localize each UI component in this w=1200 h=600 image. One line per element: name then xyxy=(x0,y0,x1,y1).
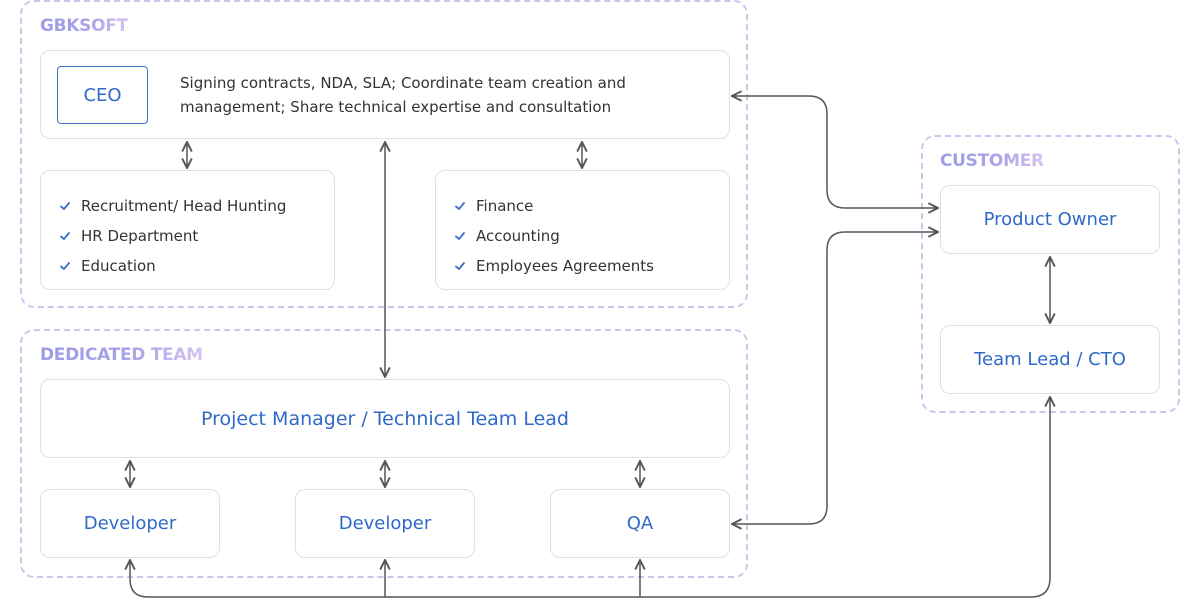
list-item-label: Education xyxy=(81,257,156,275)
check-icon xyxy=(455,202,465,210)
list-item: Employees Agreements xyxy=(454,251,654,281)
dedicated-team-title: DEDICATED TEAM xyxy=(40,345,203,365)
list-item: Education xyxy=(59,251,286,281)
list-item-label: Recruitment/ Head Hunting xyxy=(81,197,287,215)
check-icon xyxy=(60,262,70,270)
arrow-po-ceo xyxy=(732,96,938,208)
ceo-card: CEO Signing contracts, NDA, SLA; Coordin… xyxy=(40,50,730,139)
qa-card: QA xyxy=(550,489,730,558)
gbksoft-title: GBKSOFT xyxy=(40,16,128,36)
finance-checklist: Finance Accounting Employees Agreements xyxy=(454,191,654,281)
arrow-qa-po xyxy=(732,232,938,524)
finance-card: Finance Accounting Employees Agreements xyxy=(435,170,730,290)
list-item: Recruitment/ Head Hunting xyxy=(59,191,286,221)
list-item-label: Employees Agreements xyxy=(476,257,654,275)
ceo-description: Signing contracts, NDA, SLA; Coordinate … xyxy=(180,74,626,116)
check-icon xyxy=(60,202,70,210)
check-icon xyxy=(455,262,465,270)
list-item: Finance xyxy=(454,191,654,221)
developer-card-2: Developer xyxy=(295,489,475,558)
hr-card: Recruitment/ Head Hunting HR Department … xyxy=(40,170,335,290)
ceo-label: CEO xyxy=(57,66,148,124)
team-lead-card: Project Manager / Technical Team Lead xyxy=(40,379,730,458)
product-owner-card: Product Owner xyxy=(940,185,1160,254)
cto-card: Team Lead / CTO xyxy=(940,325,1160,394)
check-icon xyxy=(455,232,465,240)
check-icon xyxy=(60,232,70,240)
list-item-label: HR Department xyxy=(81,227,199,245)
list-item: HR Department xyxy=(59,221,286,251)
hr-checklist: Recruitment/ Head Hunting HR Department … xyxy=(59,191,286,281)
developer-card-1: Developer xyxy=(40,489,220,558)
list-item: Accounting xyxy=(454,221,654,251)
customer-title: CUSTOMER xyxy=(940,151,1044,171)
list-item-label: Accounting xyxy=(476,227,560,245)
list-item-label: Finance xyxy=(476,197,534,215)
